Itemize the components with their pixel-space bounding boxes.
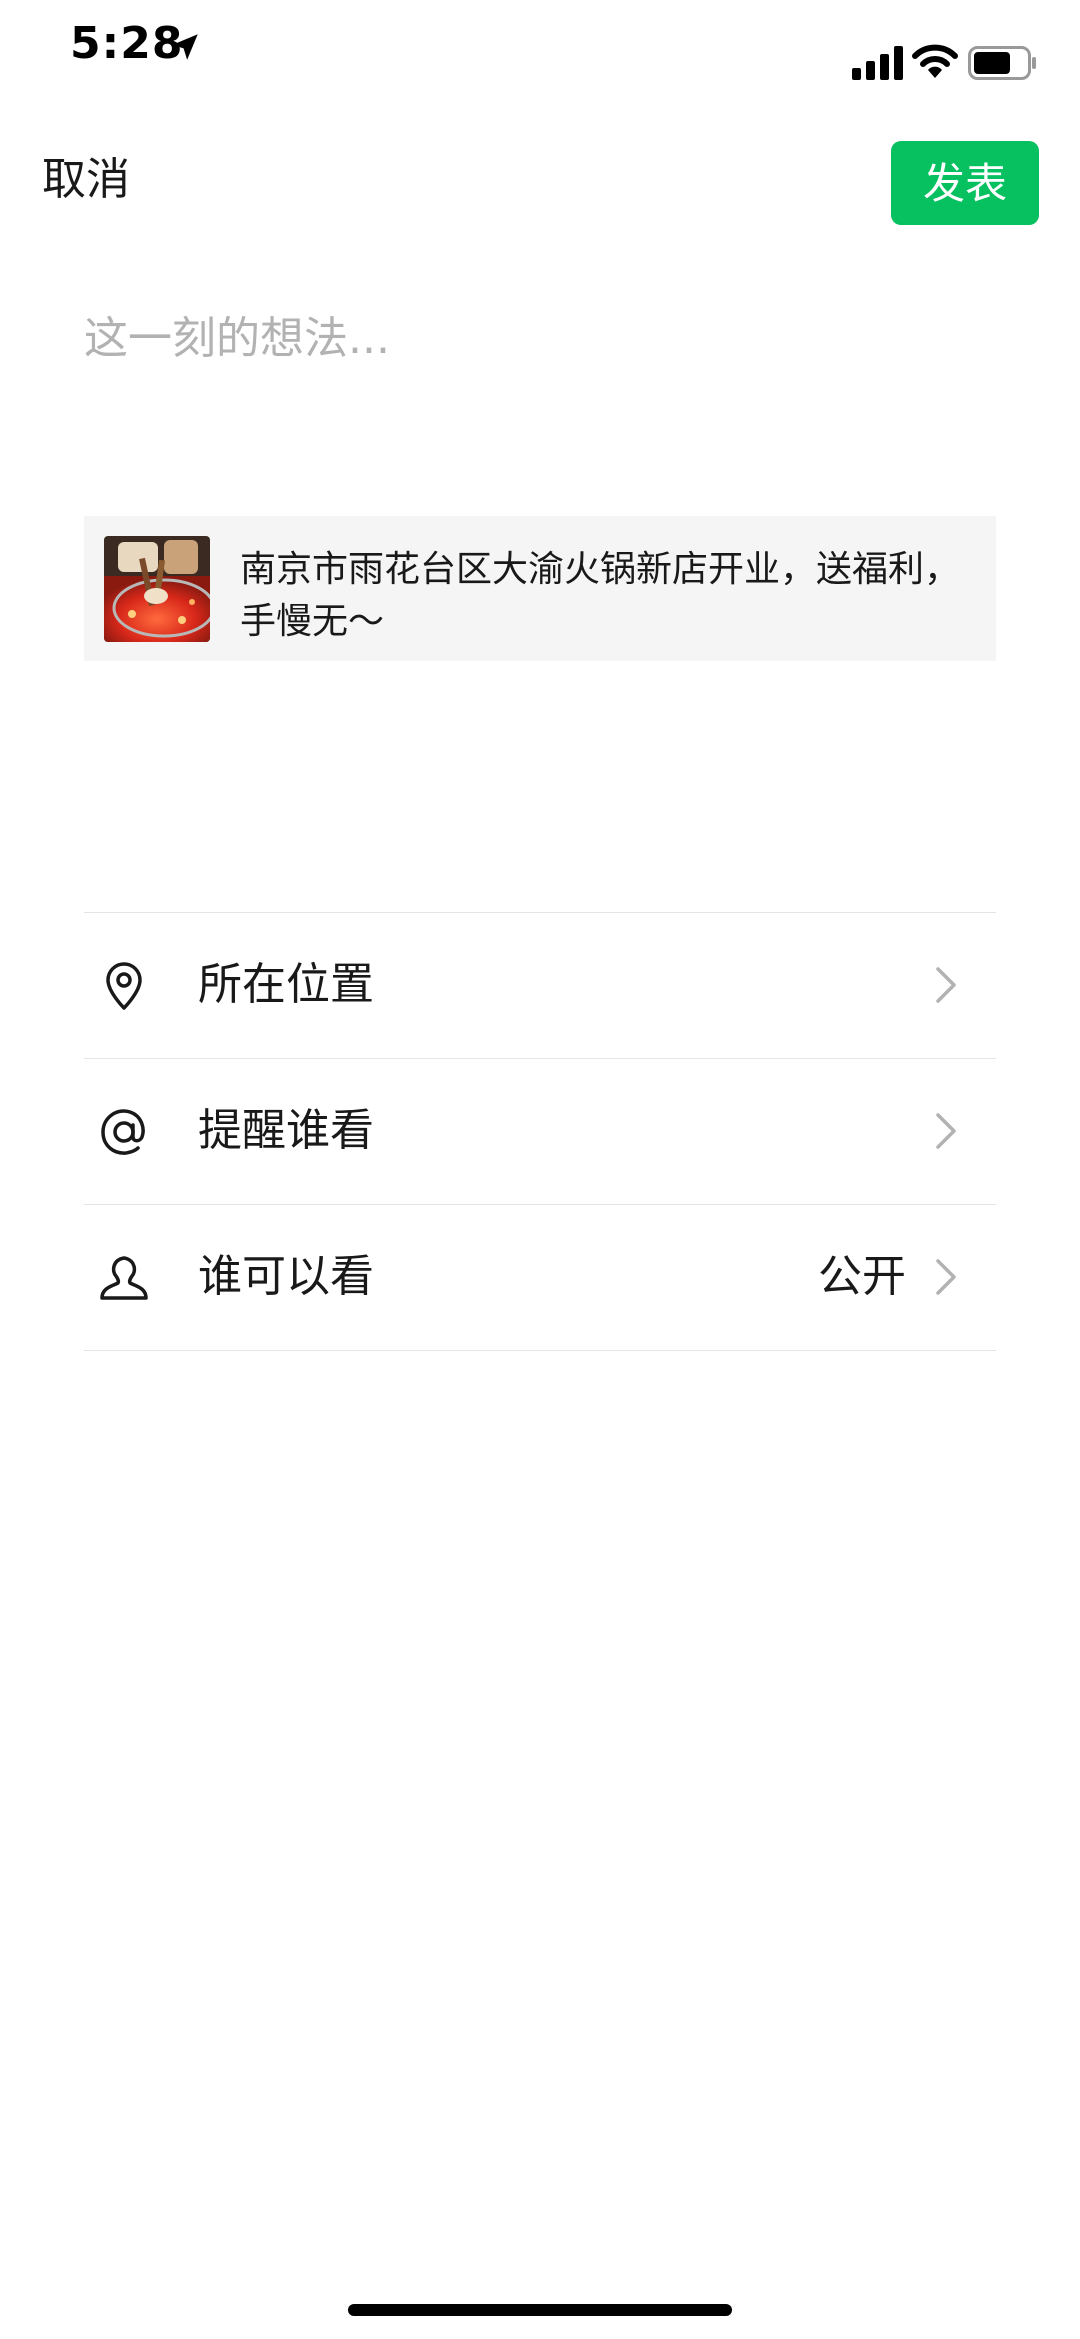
shared-link-card[interactable]: 南京市雨花台区大渝火锅新店开业，送福利，手慢无～ bbox=[84, 516, 996, 661]
link-card-title: 南京市雨花台区大渝火锅新店开业，送福利，手慢无～ bbox=[240, 549, 961, 642]
cellular-signal-icon bbox=[852, 46, 903, 80]
home-indicator[interactable] bbox=[348, 2304, 732, 2316]
location-arrow-icon bbox=[172, 34, 198, 60]
option-remind-label: 提醒谁看 bbox=[198, 1105, 374, 1156]
location-pin-icon bbox=[106, 962, 142, 1010]
option-remind[interactable]: 提醒谁看 bbox=[84, 1058, 996, 1204]
status-bar: 5:28 bbox=[0, 0, 1080, 110]
wifi-icon bbox=[912, 44, 958, 78]
battery-icon bbox=[968, 46, 1036, 80]
publish-button[interactable]: 发表 bbox=[891, 141, 1039, 225]
options-list: 所在位置 提醒谁看 谁可以看 公开 bbox=[84, 912, 996, 1351]
hotpot-thumbnail bbox=[104, 536, 210, 642]
thought-input[interactable] bbox=[84, 302, 984, 422]
option-visibility[interactable]: 谁可以看 公开 bbox=[84, 1204, 996, 1351]
option-location-label: 所在位置 bbox=[198, 959, 374, 1010]
at-sign-icon bbox=[101, 1109, 145, 1155]
option-visibility-label: 谁可以看 bbox=[198, 1251, 374, 1302]
chevron-right-icon bbox=[936, 1113, 956, 1149]
chevron-right-icon bbox=[936, 967, 956, 1003]
option-visibility-value: 公开 bbox=[818, 1251, 906, 1302]
status-time: 5:28 bbox=[70, 18, 184, 69]
person-icon bbox=[100, 1256, 148, 1300]
chevron-right-icon bbox=[936, 1259, 956, 1295]
cancel-button[interactable]: 取消 bbox=[42, 152, 130, 208]
option-location[interactable]: 所在位置 bbox=[84, 912, 996, 1058]
